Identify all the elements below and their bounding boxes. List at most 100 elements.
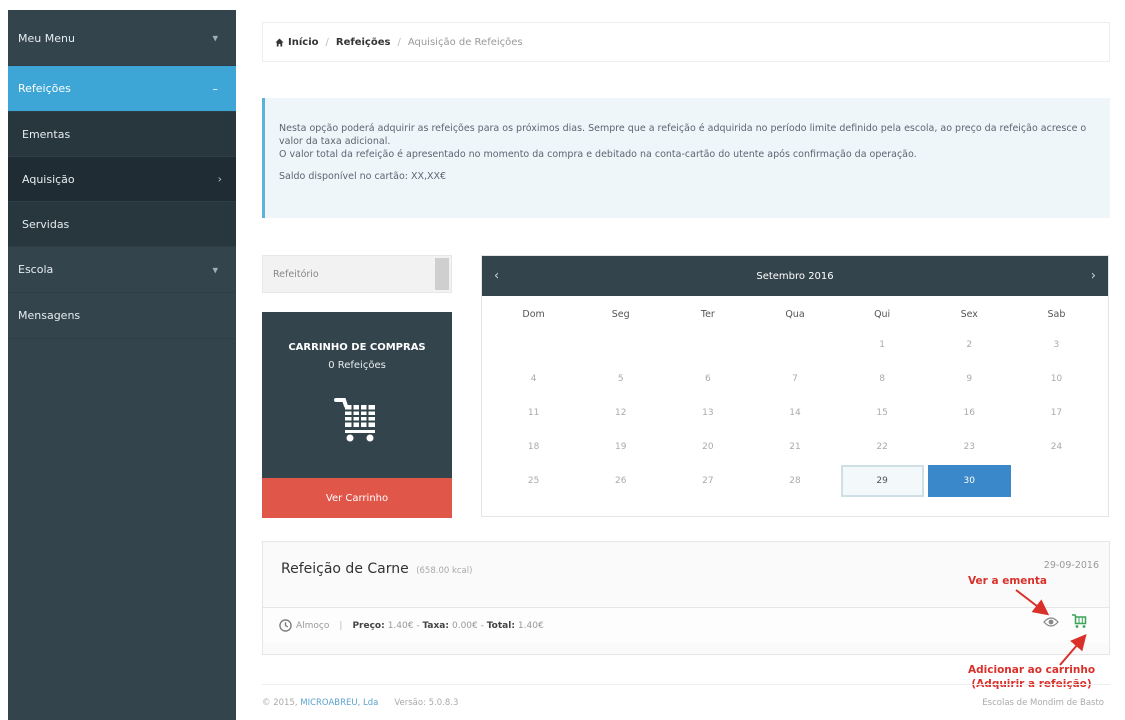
next-month-icon[interactable]: › [1091, 269, 1096, 284]
footer-version: Versão: 5.0.8.3 [394, 697, 459, 708]
sidebar-item-meu-menu[interactable]: Meu Menu ▾ [8, 10, 236, 66]
annotation-view-menu: Ver a ementa [968, 575, 1048, 587]
calendar-day[interactable]: 3 [1015, 329, 1098, 361]
fee-value: 0.00€ [451, 620, 478, 631]
calendar: ‹ Setembro 2016 › Dom Seg Ter Qua Qui Sex Sab 1… [481, 255, 1109, 517]
calendar-empty-cell [492, 329, 575, 361]
chevron-down-icon: ▾ [212, 263, 218, 276]
breadcrumb-current: Aquisição de Refeições [407, 36, 523, 48]
calendar-day[interactable]: 28 [753, 465, 836, 497]
sidebar-item-label: Aquisição [22, 172, 75, 186]
calendar-day[interactable]: 4 [492, 363, 575, 395]
calendar-day[interactable]: 25 [492, 465, 575, 497]
calendar-day[interactable]: 19 [579, 431, 662, 463]
sidebar-item-label: Escola [18, 263, 54, 276]
weekday-header: Seg [611, 308, 630, 320]
sidebar-item-aquisicao[interactable]: Aquisição › [8, 157, 236, 202]
sidebar-item-label: Meu Menu [18, 32, 75, 45]
annotation-line: Adicionar ao carrinho [968, 664, 1096, 676]
sidebar-item-label: Ementas [22, 127, 71, 141]
view-cart-button[interactable]: Ver Carrinho [262, 478, 452, 518]
separator: | [339, 620, 343, 631]
calendar-day[interactable]: 8 [841, 363, 924, 395]
calendar-empty-cell [579, 329, 662, 361]
weekday-header: Sex [960, 308, 978, 320]
calendar-day-today[interactable]: 29 [840, 465, 924, 497]
sidebar-item-label: Refeições [18, 82, 71, 95]
sidebar-item-ementas[interactable]: Ementas [8, 112, 236, 157]
eye-icon[interactable] [1043, 616, 1059, 628]
footer-school: Escolas de Mondim de Basto [982, 697, 1104, 708]
add-to-cart-icon[interactable] [1071, 613, 1087, 629]
calendar-day[interactable]: 26 [579, 465, 662, 497]
meal-type: Almoço [296, 620, 330, 631]
breadcrumb-section[interactable]: Refeições [336, 37, 391, 48]
calendar-day[interactable]: 23 [928, 431, 1011, 463]
breadcrumb-home-label: Início [288, 36, 319, 48]
calendar-day[interactable]: 20 [666, 431, 749, 463]
calendar-day[interactable]: 21 [753, 431, 836, 463]
footer-copyright: © 2015, [262, 697, 298, 708]
meal-panel: Refeição de Carne (658.00 kcal) 29-09-20… [262, 541, 1110, 655]
calendar-day[interactable]: 14 [753, 397, 836, 429]
calendar-day-selected[interactable]: 30 [927, 465, 1011, 497]
meal-name: Refeição de Carne [281, 561, 409, 577]
prev-month-icon[interactable]: ‹ [494, 269, 499, 284]
total-label: Total: [486, 620, 515, 631]
info-box: Nesta opção poderá adquirir as refeições… [262, 98, 1110, 218]
calendar-day[interactable]: 5 [579, 363, 662, 395]
cart-count: 0 Refeições [328, 360, 386, 371]
info-text: Nesta opção poderá adquirir as refeições… [279, 123, 1087, 147]
chevron-right-icon: › [217, 172, 222, 186]
meal-title: Refeição de Carne (658.00 kcal) [281, 561, 472, 577]
sidebar-item-mensagens[interactable]: Mensagens [8, 293, 236, 339]
breadcrumb: Início / Refeições / Aquisição de Refeiç… [262, 22, 1110, 62]
breadcrumb-home[interactable]: Início [275, 37, 319, 48]
sidebar-item-label: Mensagens [18, 309, 81, 322]
breadcrumb-separator: / [397, 36, 401, 48]
breadcrumb-separator: / [325, 36, 329, 48]
sidebar-item-servidas[interactable]: Servidas [8, 202, 236, 247]
calendar-day[interactable]: 13 [666, 397, 749, 429]
calendar-day[interactable]: 22 [841, 431, 924, 463]
calendar-day[interactable]: 2 [928, 329, 1011, 361]
calendar-month: Setembro 2016 [756, 270, 834, 282]
meal-details-bar: Almoço | Preço: 1.40€ - Taxa: 0.00€ - To… [263, 607, 1109, 643]
weekday-header: Ter [700, 308, 715, 320]
calendar-header: ‹ Setembro 2016 › [482, 256, 1108, 296]
footer: © 2015, MICROABREU, Lda Versão: 5.0.8.3 … [262, 684, 1110, 720]
sidebar-item-label: Servidas [22, 217, 70, 231]
calendar-day[interactable]: 1 [841, 329, 924, 361]
calendar-day[interactable]: 10 [1015, 363, 1098, 395]
calendar-day[interactable]: 18 [492, 431, 575, 463]
separator: - [477, 620, 487, 631]
calendar-empty-cell [753, 329, 836, 361]
calendar-day[interactable]: 6 [666, 363, 749, 395]
calendar-day[interactable]: 11 [492, 397, 575, 429]
weekday-header: Dom [522, 308, 545, 320]
separator: - [413, 620, 423, 631]
select-scrollbar[interactable] [435, 258, 449, 290]
calendar-day[interactable]: 15 [841, 397, 924, 429]
cart-title: CARRINHO DE COMPRAS [288, 342, 426, 353]
total-value: 1.40€ [517, 620, 544, 631]
weekday-header: Sab [1047, 308, 1066, 320]
home-icon [275, 37, 284, 47]
meal-kcal: (658.00 kcal) [416, 566, 473, 576]
sidebar-item-refeicoes[interactable]: Refeições – [8, 66, 236, 112]
restaurant-select[interactable]: Refeitório [262, 255, 452, 293]
calendar-day[interactable]: 24 [1015, 431, 1098, 463]
calendar-day[interactable]: 12 [579, 397, 662, 429]
calendar-day[interactable]: 27 [666, 465, 749, 497]
calendar-grid: Dom Seg Ter Qua Qui Sex Sab 1 2 3 4 5 6 7 8 9 10 11 12 13 14… [482, 296, 1108, 498]
calendar-day[interactable]: 16 [928, 397, 1011, 429]
calendar-empty-cell [1015, 465, 1098, 497]
weekday-header: Qui [874, 308, 891, 320]
price-label: Preço: [352, 620, 385, 631]
calendar-day[interactable]: 7 [753, 363, 836, 395]
info-text: O valor total da refeição é apresentado … [279, 148, 917, 160]
calendar-day[interactable]: 9 [928, 363, 1011, 395]
footer-company-link[interactable]: MICROABREU, Lda [300, 698, 378, 708]
sidebar-item-escola[interactable]: Escola ▾ [8, 247, 236, 293]
calendar-day[interactable]: 17 [1015, 397, 1098, 429]
